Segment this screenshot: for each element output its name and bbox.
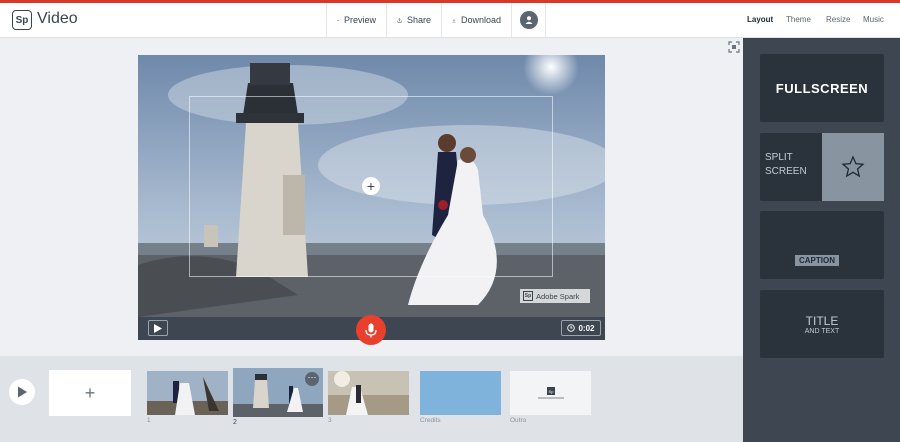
slide-thumbnail-outro[interactable]: Sp bbox=[510, 371, 591, 415]
outro-text-line bbox=[538, 397, 564, 399]
layout-fullscreen-label: FULLSCREEN bbox=[775, 80, 869, 96]
slide-thumbnail[interactable] bbox=[328, 371, 409, 415]
slide-label: 2 bbox=[233, 419, 237, 426]
add-content-button[interactable]: + bbox=[362, 177, 380, 195]
slide-label: 1 bbox=[147, 417, 151, 424]
layout-title-and-text[interactable]: TITLE AND TEXT bbox=[760, 290, 884, 358]
slide-label: Outro bbox=[510, 417, 527, 424]
download-button[interactable]: Download bbox=[441, 3, 511, 37]
add-slide-button[interactable]: + bbox=[49, 370, 131, 416]
watermark-logo: Sp bbox=[523, 291, 533, 301]
slide-options-button[interactable]: ··· bbox=[305, 372, 319, 386]
download-label: Download bbox=[460, 15, 501, 25]
outro-logo: Sp bbox=[547, 387, 555, 395]
record-voice-button[interactable] bbox=[356, 315, 386, 345]
download-icon bbox=[452, 18, 456, 22]
play-video-button[interactable] bbox=[9, 379, 35, 405]
play-icon bbox=[154, 323, 162, 333]
slide-duration-button[interactable]: 0:02 bbox=[561, 320, 601, 336]
eye-icon bbox=[337, 19, 339, 21]
microphone-icon bbox=[365, 323, 377, 337]
play-icon bbox=[18, 386, 27, 398]
slide-label: 3 bbox=[328, 417, 332, 424]
star-icon bbox=[841, 155, 865, 178]
layout-split-screen[interactable]: SPLIT SCREEN bbox=[760, 133, 884, 201]
more-icon: ··· bbox=[307, 372, 317, 382]
preview-button[interactable]: Preview bbox=[326, 3, 386, 37]
slide-thumbnail-credits[interactable] bbox=[420, 371, 501, 415]
layout-fullscreen[interactable]: FULLSCREEN bbox=[760, 54, 884, 122]
layout-title-sub-label: AND TEXT bbox=[804, 327, 840, 335]
fullscreen-toggle-icon[interactable] bbox=[728, 41, 740, 53]
adobe-spark-watermark: Sp Adobe Spark bbox=[520, 289, 590, 303]
clock-icon bbox=[567, 324, 576, 332]
avatar-icon bbox=[519, 11, 538, 29]
layout-split-label: SPLIT SCREEN bbox=[765, 152, 807, 177]
share-button[interactable]: Share bbox=[386, 3, 441, 37]
app-logo[interactable]: Sp bbox=[12, 10, 32, 30]
tab-resize[interactable]: Resize bbox=[826, 15, 850, 24]
watermark-text: Adobe Spark bbox=[536, 291, 580, 301]
top-bar: Sp Video Preview Share Download Layout T… bbox=[0, 3, 900, 38]
tab-layout[interactable]: Layout bbox=[747, 15, 773, 24]
slide-label: Credits bbox=[420, 417, 441, 424]
layout-title-label: TITLE bbox=[805, 313, 839, 328]
share-label: Share bbox=[406, 15, 431, 25]
project-title[interactable]: Video bbox=[37, 10, 78, 28]
split-image-placeholder bbox=[822, 133, 884, 201]
layout-caption-label: CAPTION bbox=[795, 255, 839, 266]
tab-theme[interactable]: Theme bbox=[786, 15, 811, 24]
tab-music[interactable]: Music bbox=[863, 15, 884, 24]
preview-label: Preview bbox=[343, 15, 376, 25]
slide-thumbnail[interactable] bbox=[147, 371, 228, 415]
duration-value: 0:02 bbox=[578, 323, 595, 333]
layout-caption[interactable]: CAPTION bbox=[760, 211, 884, 279]
collaborators-button[interactable] bbox=[511, 3, 546, 37]
share-icon bbox=[397, 17, 402, 23]
play-button[interactable] bbox=[148, 320, 168, 336]
